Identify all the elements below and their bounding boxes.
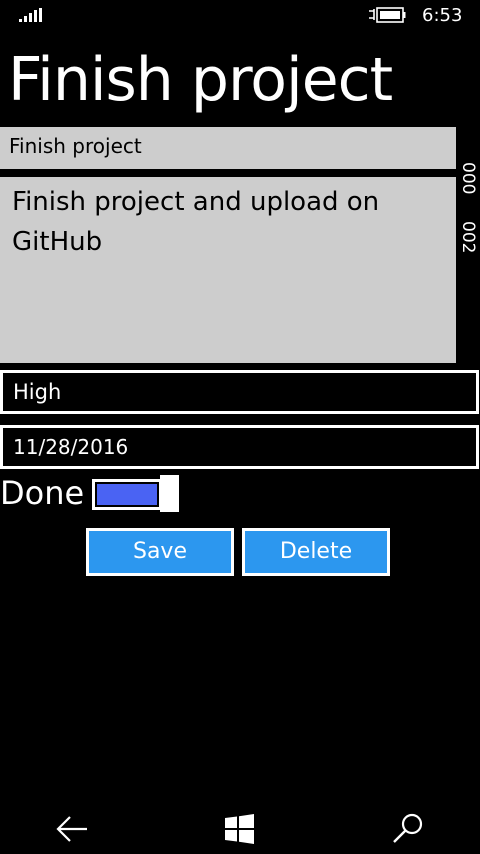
battery-charging-icon xyxy=(369,7,406,23)
done-label: Done xyxy=(0,474,85,512)
toggle-fill xyxy=(97,484,157,505)
task-notes-field[interactable]: Finish project and upload on GitHub xyxy=(0,177,456,363)
navigation-bar xyxy=(0,790,480,854)
status-bar: 6:53 xyxy=(0,0,480,32)
delete-button[interactable]: Delete xyxy=(242,528,390,576)
signal-strength-icon xyxy=(19,8,42,22)
done-toggle[interactable] xyxy=(92,475,180,512)
toggle-knob[interactable] xyxy=(160,475,179,512)
clock: 6:53 xyxy=(422,5,463,26)
side-counter-bottom: 002 xyxy=(458,221,478,254)
priority-field[interactable]: High xyxy=(0,370,479,414)
back-arrow-icon[interactable] xyxy=(55,812,89,846)
page-title: Finish project xyxy=(8,45,393,115)
save-button[interactable]: Save xyxy=(86,528,234,576)
search-icon[interactable] xyxy=(391,812,425,846)
due-date-field[interactable]: 11/28/2016 xyxy=(0,425,479,469)
windows-logo-icon[interactable] xyxy=(223,812,257,846)
side-counter-top: 000 xyxy=(458,162,478,195)
task-title-field[interactable]: Finish project xyxy=(0,127,456,169)
